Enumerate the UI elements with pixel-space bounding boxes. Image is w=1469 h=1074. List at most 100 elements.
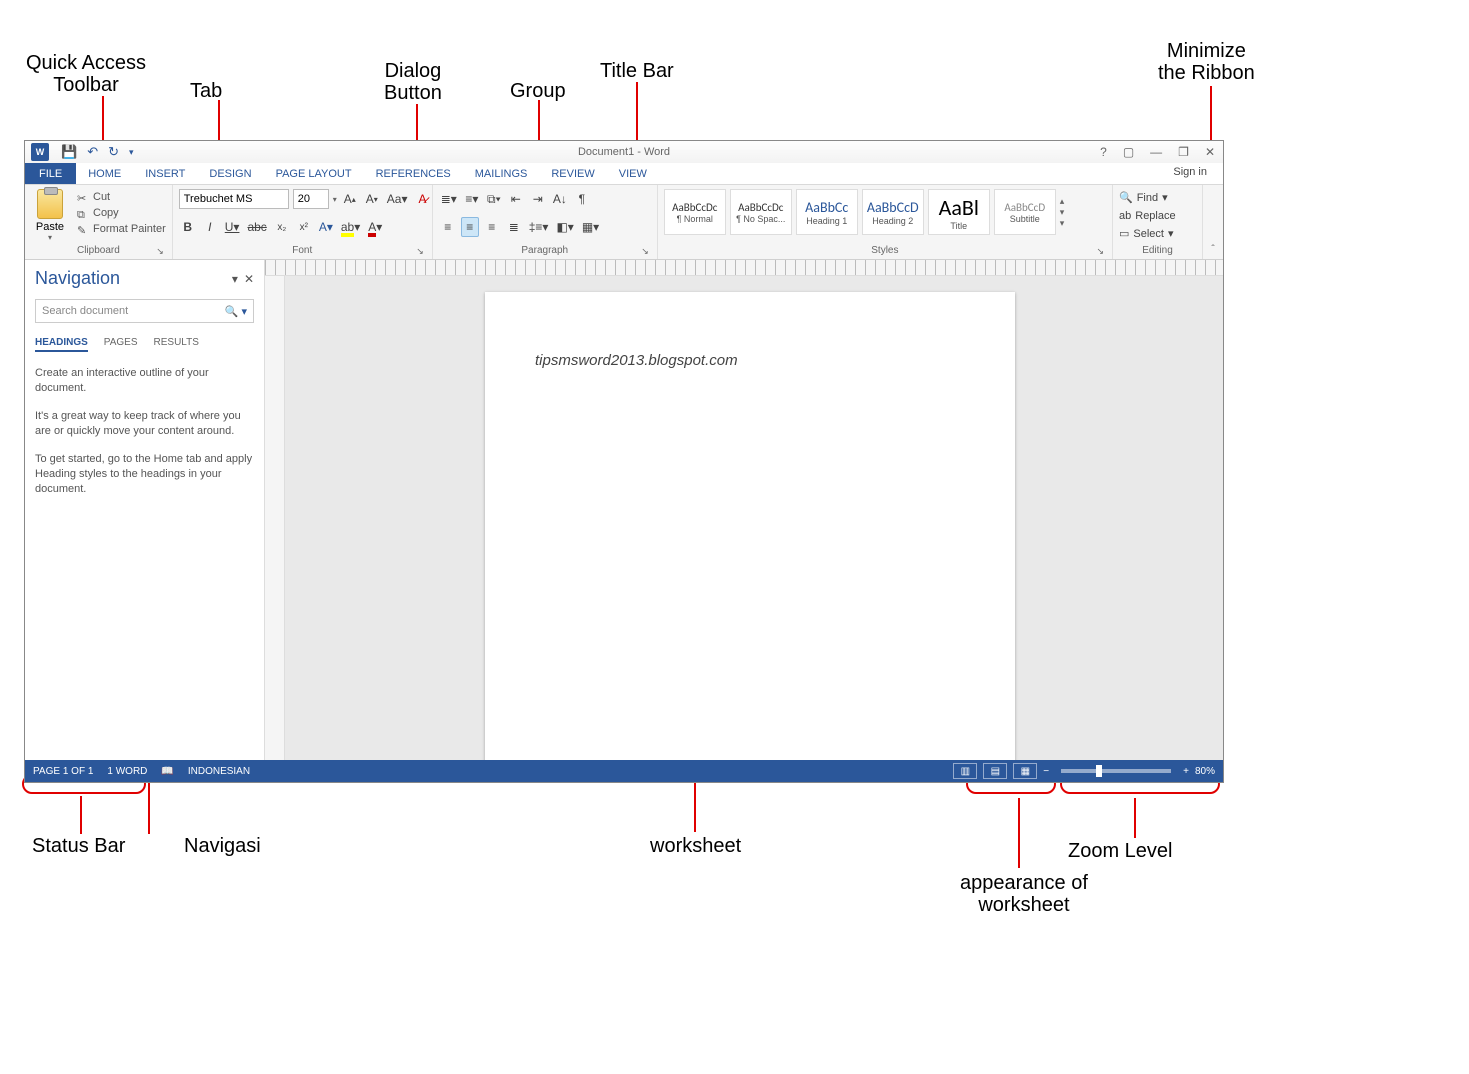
style-no-spacing[interactable]: AaBbCcDc¶ No Spac... (730, 189, 792, 235)
style-title[interactable]: AaBlTitle (928, 189, 990, 235)
navigation-search[interactable]: Search document 🔍 ▾ (35, 299, 254, 323)
styles-more-icon[interactable]: ▾ (1060, 218, 1074, 229)
view-web-layout[interactable]: ▦ (1013, 763, 1037, 779)
paste-dropdown-icon[interactable]: ▾ (31, 233, 69, 242)
font-size-dropdown-icon[interactable]: ▾ (333, 195, 337, 204)
tab-design[interactable]: DESIGN (197, 163, 263, 184)
help-icon[interactable]: ? (1100, 145, 1107, 159)
dialog-launcher-styles[interactable]: ↘ (1096, 246, 1104, 257)
bold-button[interactable]: B (179, 217, 197, 237)
group-label-clipboard: Clipboard↘ (31, 243, 166, 259)
tab-view[interactable]: VIEW (607, 163, 659, 184)
annotation-group: Group (510, 80, 566, 102)
borders-button[interactable]: ▦▾ (580, 217, 601, 237)
document-view[interactable]: tipsmsword2013.blogspot.com (285, 276, 1223, 760)
tab-page-layout[interactable]: PAGE LAYOUT (264, 163, 364, 184)
navpane-dropdown-icon[interactable]: ▾ (232, 272, 238, 286)
style-heading1[interactable]: AaBbCcHeading 1 (796, 189, 858, 235)
zoom-slider[interactable] (1061, 769, 1171, 773)
cut-button[interactable]: ✂Cut (77, 189, 166, 205)
text-effects-button[interactable]: A▾ (317, 217, 335, 237)
tab-review[interactable]: REVIEW (539, 163, 606, 184)
qat-customize-icon[interactable]: ▾ (129, 147, 134, 158)
align-left-button[interactable]: ≡ (439, 217, 457, 237)
close-icon[interactable]: ✕ (1205, 145, 1215, 159)
align-right-button[interactable]: ≡ (483, 217, 501, 237)
undo-icon[interactable]: ↶ (87, 144, 98, 160)
view-print-layout[interactable]: ▤ (983, 763, 1007, 779)
collapse-ribbon-icon[interactable]: ˆ (1211, 244, 1214, 255)
decrease-indent-button[interactable]: ⇤ (507, 189, 525, 209)
show-marks-button[interactable]: ¶ (573, 189, 591, 209)
tab-file[interactable]: FILE (25, 163, 76, 184)
increase-indent-button[interactable]: ⇥ (529, 189, 547, 209)
navpane-close-icon[interactable]: ✕ (244, 272, 254, 286)
shrink-font-button[interactable]: A▾ (363, 189, 381, 209)
zoom-in-button[interactable]: + (1183, 766, 1189, 777)
shading-button[interactable]: ◧▾ (554, 217, 575, 237)
navtab-pages[interactable]: PAGES (104, 337, 138, 352)
subscript-button[interactable]: x₂ (273, 217, 291, 237)
style-subtitle[interactable]: AaBbCcDSubtitle (994, 189, 1056, 235)
sort-button[interactable]: A↓ (551, 189, 569, 209)
redo-icon[interactable]: ↻ (108, 144, 119, 160)
horizontal-ruler[interactable] (265, 260, 1223, 276)
change-case-button[interactable]: Aa▾ (385, 189, 410, 209)
status-words[interactable]: 1 WORD (107, 766, 147, 777)
clear-formatting-button[interactable]: A̷ (413, 189, 431, 209)
align-center-button[interactable]: ≡ (461, 217, 479, 237)
numbering-button[interactable]: ≡▾ (463, 189, 481, 209)
save-icon[interactable]: 💾 (61, 144, 77, 160)
zoom-percent[interactable]: 80% (1195, 766, 1215, 777)
tab-references[interactable]: REFERENCES (364, 163, 463, 184)
replace-button[interactable]: abReplace (1119, 207, 1176, 225)
tab-home[interactable]: HOME (76, 163, 133, 184)
select-button[interactable]: ▭Select ▾ (1119, 225, 1176, 243)
italic-button[interactable]: I (201, 217, 219, 237)
font-name-input[interactable] (179, 189, 289, 209)
styles-scroll-up-icon[interactable]: ▴ (1060, 196, 1074, 207)
document-page[interactable]: tipsmsword2013.blogspot.com (485, 292, 1015, 760)
dialog-launcher-paragraph[interactable]: ↘ (641, 246, 649, 257)
zoom-out-button[interactable]: − (1043, 766, 1049, 777)
tab-mailings[interactable]: MAILINGS (463, 163, 540, 184)
status-page[interactable]: PAGE 1 OF 1 (33, 766, 93, 777)
ribbon-options-icon[interactable]: ▢ (1123, 145, 1134, 159)
document-content[interactable]: tipsmsword2013.blogspot.com (485, 292, 1015, 429)
style-heading2[interactable]: AaBbCcDHeading 2 (862, 189, 924, 235)
find-button[interactable]: 🔍Find ▾ (1119, 189, 1176, 207)
bullets-button[interactable]: ≣▾ (439, 189, 459, 209)
navigation-pane: Navigation ▾✕ Search document 🔍 ▾ HEADIN… (25, 260, 265, 760)
work-area: Navigation ▾✕ Search document 🔍 ▾ HEADIN… (25, 260, 1223, 760)
ribbon-tabs: FILE HOME INSERT DESIGN PAGE LAYOUT REFE… (25, 163, 1223, 185)
navtab-headings[interactable]: HEADINGS (35, 337, 88, 352)
highlight-button[interactable]: ab▾ (339, 217, 362, 237)
underline-button[interactable]: U▾ (223, 217, 242, 237)
strikethrough-button[interactable]: abc (245, 217, 268, 237)
navtab-results[interactable]: RESULTS (154, 337, 199, 352)
paste-button[interactable]: Paste ▾ (31, 189, 69, 242)
tab-insert[interactable]: INSERT (133, 163, 197, 184)
line-spacing-button[interactable]: ‡≡▾ (527, 217, 551, 237)
dialog-launcher-clipboard[interactable]: ↘ (156, 246, 164, 257)
style-normal[interactable]: AaBbCcDc¶ Normal (664, 189, 726, 235)
font-size-input[interactable] (293, 189, 329, 209)
sign-in-link[interactable]: Sign in (1173, 166, 1207, 178)
status-language[interactable]: INDONESIAN (188, 766, 250, 777)
multilevel-button[interactable]: ⧉▾ (485, 189, 503, 209)
styles-scroll-down-icon[interactable]: ▾ (1060, 207, 1074, 218)
status-proofing-icon[interactable]: 📖 (161, 766, 173, 777)
vertical-ruler[interactable] (265, 276, 285, 760)
word-icon: W (31, 143, 49, 161)
superscript-button[interactable]: x² (295, 217, 313, 237)
font-color-button[interactable]: A▾ (366, 217, 384, 237)
format-painter-button[interactable]: ✎Format Painter (77, 221, 166, 237)
view-read-mode[interactable]: ▥ (953, 763, 977, 779)
grow-font-button[interactable]: A▴ (341, 189, 359, 209)
search-icon[interactable]: 🔍 ▾ (225, 305, 247, 318)
justify-button[interactable]: ≣ (505, 217, 523, 237)
restore-icon[interactable]: ❐ (1178, 145, 1189, 159)
copy-button[interactable]: ⧉Copy (77, 205, 166, 221)
minimize-icon[interactable]: — (1150, 145, 1162, 159)
dialog-launcher-font[interactable]: ↘ (416, 246, 424, 257)
